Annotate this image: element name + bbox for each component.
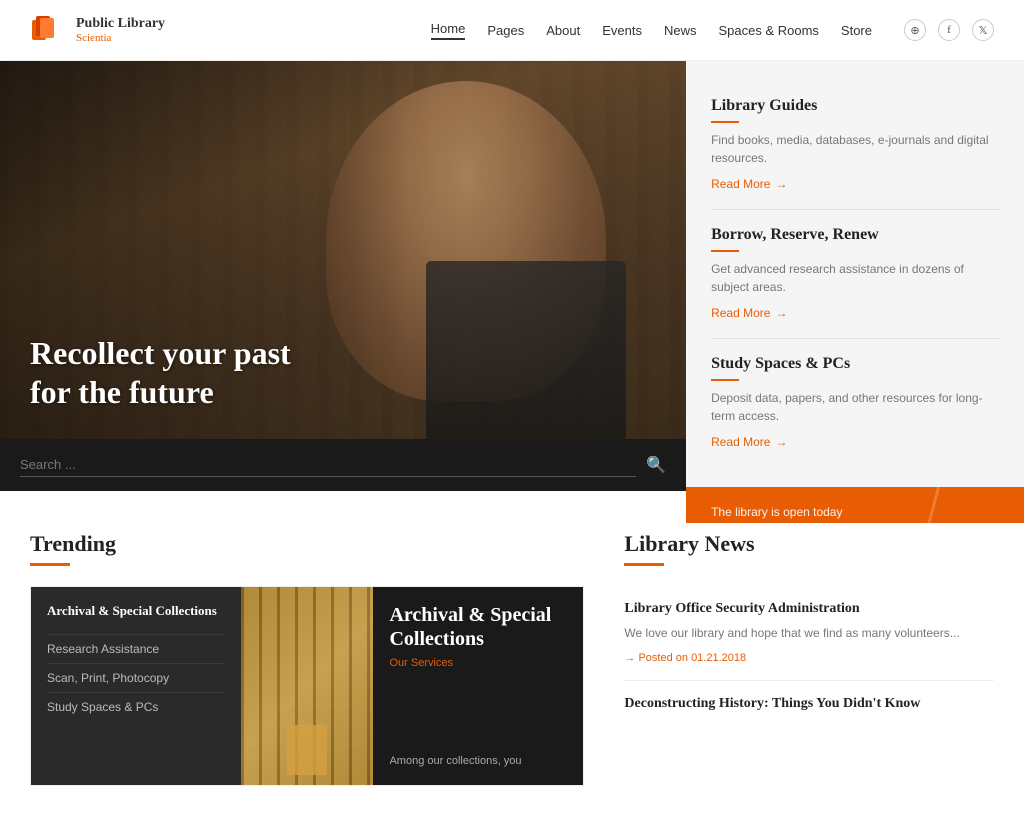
logo-subtitle: Scientia xyxy=(76,32,165,44)
logo-icon xyxy=(30,12,66,48)
news-item-1-title[interactable]: Library Office Security Administration xyxy=(624,600,994,618)
study-read-more[interactable]: Read More xyxy=(711,435,787,449)
sidebar-item-study: Study Spaces & PCs Deposit data, papers,… xyxy=(711,339,999,467)
globe-icon[interactable]: ⊕ xyxy=(904,19,926,41)
hours-bar: The library is open today 6:00 AM – 8:00… xyxy=(686,487,1024,523)
hero-sidebar: Library Guides Find books, media, databa… xyxy=(686,61,1024,491)
hero-text: Recollect your past for the future xyxy=(30,334,291,411)
guides-title: Library Guides xyxy=(711,97,999,115)
trending-card: Archival & Special Collections Research … xyxy=(30,586,584,786)
search-icon[interactable]: 🔍 xyxy=(646,455,666,475)
trending-info-title: Archival & Special Collections xyxy=(389,603,567,651)
news-section: Library News Library Office Security Adm… xyxy=(624,531,994,786)
nav-spaces[interactable]: Spaces & Rooms xyxy=(718,23,818,38)
header: Public Library Scientia Home Pages About… xyxy=(0,0,1024,61)
news-divider xyxy=(624,563,664,566)
trending-menu-title: Archival & Special Collections xyxy=(47,603,225,620)
hero-section: Recollect your past for the future 🔍 Lib… xyxy=(0,61,1024,491)
facebook-icon[interactable]: f xyxy=(938,19,960,41)
social-icons: ⊕ f 𝕏 xyxy=(904,19,994,41)
hero-image: Recollect your past for the future 🔍 xyxy=(0,61,686,491)
news-item-2-title[interactable]: Deconstructing History: Things You Didn'… xyxy=(624,695,994,713)
twitter-icon[interactable]: 𝕏 xyxy=(972,19,994,41)
borrow-divider xyxy=(711,250,739,252)
sidebar-item-borrow: Borrow, Reserve, Renew Get advanced rese… xyxy=(711,210,999,339)
nav-store[interactable]: Store xyxy=(841,23,872,38)
sidebar-item-guides: Library Guides Find books, media, databa… xyxy=(711,81,999,210)
borrow-description: Get advanced research assistance in doze… xyxy=(711,260,999,296)
trending-menu-item-study[interactable]: Study Spaces & PCs xyxy=(47,692,225,721)
trending-services-label: Our Services xyxy=(389,657,567,669)
trending-menu-item-scan[interactable]: Scan, Print, Photocopy xyxy=(47,663,225,692)
trending-menu-item-research[interactable]: Research Assistance xyxy=(47,634,225,663)
trending-menu: Archival & Special Collections Research … xyxy=(31,587,241,785)
study-description: Deposit data, papers, and other resource… xyxy=(711,389,999,425)
news-title: Library News xyxy=(624,531,994,557)
nav-about[interactable]: About xyxy=(546,23,580,38)
nav-pages[interactable]: Pages xyxy=(487,23,524,38)
logo-title: Public Library xyxy=(76,16,165,32)
trending-divider xyxy=(30,563,70,566)
hero-overlay xyxy=(0,61,686,491)
search-input[interactable] xyxy=(20,453,636,477)
hours-bg-decoration xyxy=(923,487,1024,523)
guides-divider xyxy=(711,121,739,123)
main-nav: Home Pages About Events News Spaces & Ro… xyxy=(431,19,994,41)
nav-home[interactable]: Home xyxy=(431,21,466,40)
news-item-1-text: We love our library and hope that we fin… xyxy=(624,624,994,642)
news-item-1: Library Office Security Administration W… xyxy=(624,586,994,681)
trending-info: Archival & Special Collections Our Servi… xyxy=(373,587,583,785)
news-item-1-date: Posted on 01.21.2018 xyxy=(624,652,746,664)
nav-news[interactable]: News xyxy=(664,23,697,38)
sidebar-items: Library Guides Find books, media, databa… xyxy=(686,61,1024,487)
trending-image xyxy=(241,587,374,785)
news-item-2: Deconstructing History: Things You Didn'… xyxy=(624,681,994,733)
borrow-title: Borrow, Reserve, Renew xyxy=(711,226,999,244)
guides-read-more[interactable]: Read More xyxy=(711,177,787,191)
trending-section: Trending Archival & Special Collections … xyxy=(30,531,584,786)
trending-info-text: Among our collections, you xyxy=(389,753,567,770)
study-divider xyxy=(711,379,739,381)
logo[interactable]: Public Library Scientia xyxy=(30,12,165,48)
trending-title: Trending xyxy=(30,531,584,557)
borrow-read-more[interactable]: Read More xyxy=(711,306,787,320)
study-title: Study Spaces & PCs xyxy=(711,355,999,373)
main-content: Trending Archival & Special Collections … xyxy=(0,491,1024,826)
search-bar: 🔍 xyxy=(0,439,686,491)
hero-headline: Recollect your past for the future xyxy=(30,334,291,411)
guides-description: Find books, media, databases, e-journals… xyxy=(711,131,999,167)
nav-events[interactable]: Events xyxy=(602,23,642,38)
